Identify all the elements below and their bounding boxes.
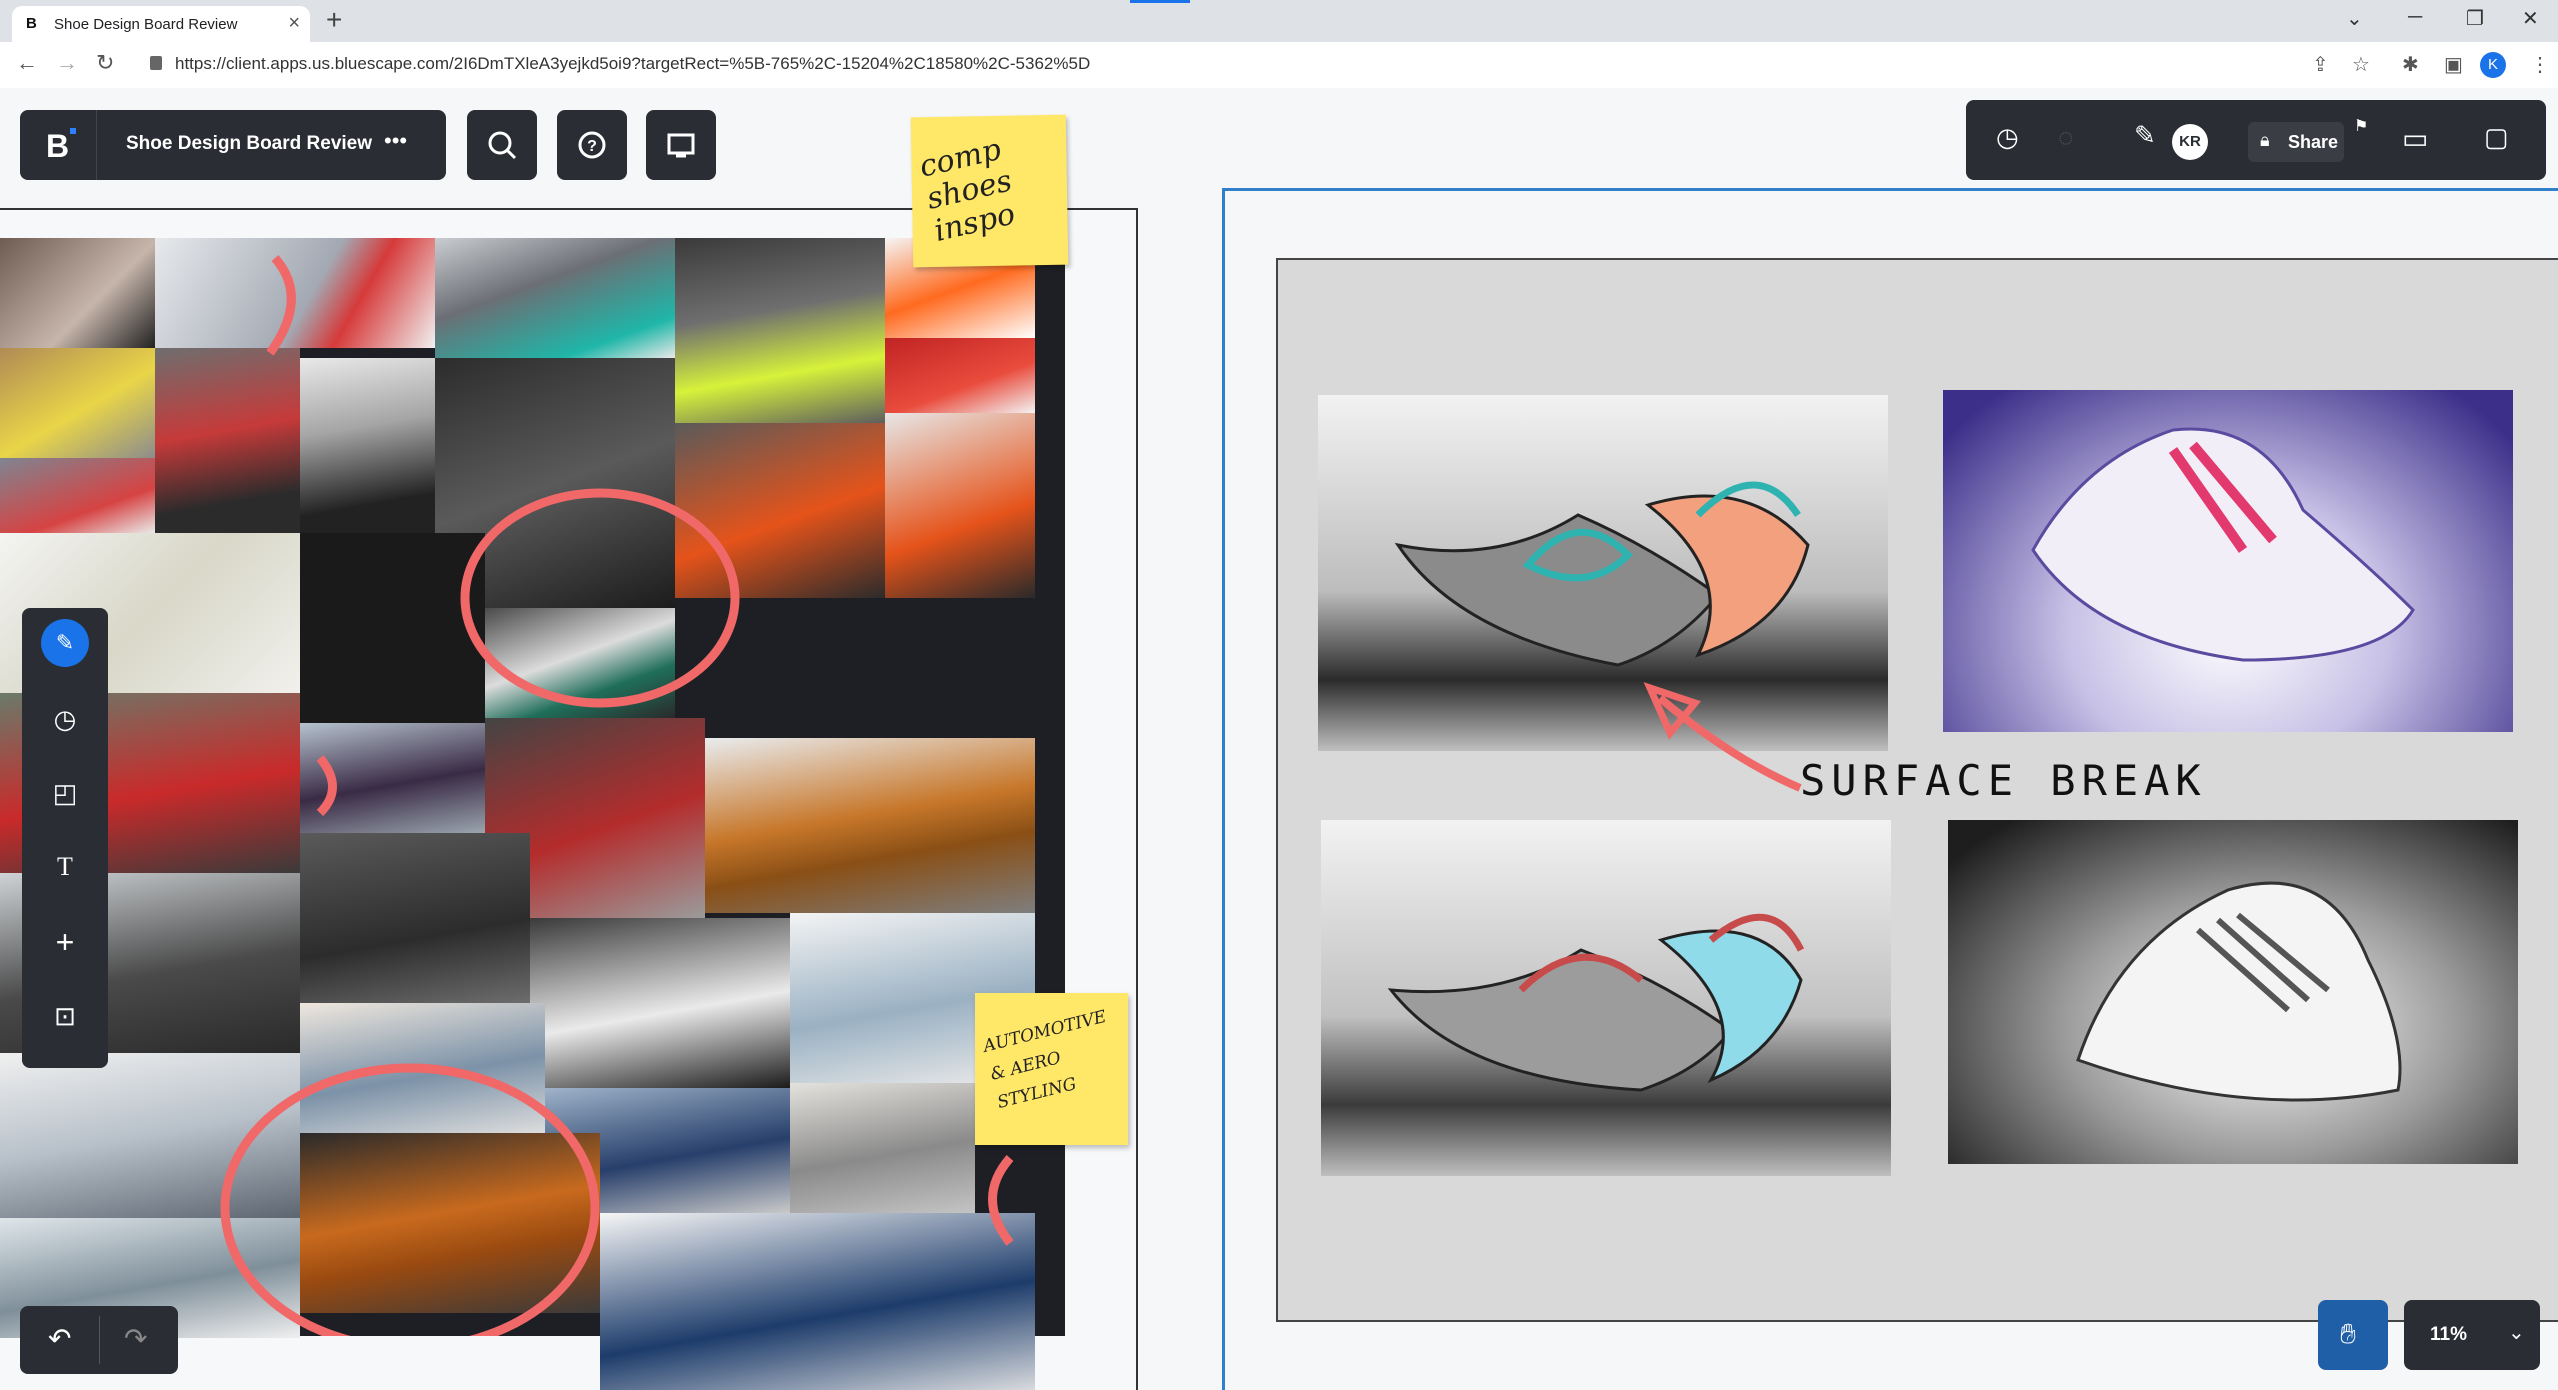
chevron-down-icon: ⌄	[2508, 1322, 2525, 1344]
search-button[interactable]	[467, 110, 537, 180]
sticky-note-text: AUTOMOTIVE & AERO STYLING	[981, 1006, 1109, 1113]
help-icon: ?	[578, 131, 606, 159]
shoe-render[interactable]	[1943, 390, 2513, 732]
help-button[interactable]: ?	[557, 110, 627, 180]
bluescape-logo[interactable]: B	[20, 110, 97, 180]
restore-icon[interactable]: ❐	[2466, 6, 2484, 31]
share-button[interactable]: 🔒︎ Share	[2248, 122, 2344, 162]
shapes-icon[interactable]: ◷	[41, 695, 89, 743]
user-avatar[interactable]: KR	[2172, 124, 2208, 160]
logo-dot	[70, 128, 76, 134]
browser-tab-bar: B Shoe Design Board Review × + ⌄ ─ ❐ ✕	[0, 0, 2558, 42]
shoe-render[interactable]	[1948, 820, 2518, 1164]
workspace-title-bar: B Shoe Design Board Review •••	[20, 110, 446, 180]
zoom-control[interactable]: 11% ⌄	[2404, 1300, 2540, 1370]
collaboration-toolbar: ◷ ◌ ✎ KR 🔒︎ Share ⚑ ▭ ▢	[1966, 100, 2546, 180]
sticky-note-inspo[interactable]: comp shoes inspo	[910, 114, 1069, 268]
divider	[99, 1316, 100, 1364]
url-field[interactable]: https://client.apps.us.bluescape.com/2I6…	[175, 54, 1090, 74]
redo-icon[interactable]: ↷	[124, 1322, 147, 1355]
presence-icon[interactable]: ✎	[2134, 120, 2156, 151]
tool-sidebar: ✎ ◷ ◰ T + ⊡	[22, 608, 108, 1068]
bluescape-favicon-icon: B	[26, 15, 37, 32]
browser-menu-icon[interactable]: ⋮	[2530, 52, 2550, 77]
chat-icon[interactable]: ▢	[2484, 122, 2509, 153]
shoe-render-drawing	[2031, 427, 2415, 662]
lock-icon	[150, 56, 162, 70]
ink-annotations[interactable]	[0, 238, 1065, 1336]
share-page-icon[interactable]: ⇪	[2312, 52, 2329, 77]
moodboard-collage[interactable]	[0, 238, 1065, 1390]
sticky-note-automotive[interactable]: AUTOMOTIVE & AERO STYLING	[975, 993, 1128, 1145]
pan-tool-button[interactable]: ✋︎	[2318, 1300, 2388, 1370]
new-tab-icon[interactable]: +	[326, 4, 342, 36]
surface-break-annotation[interactable]: SURFACE BREAK	[1800, 756, 2207, 805]
shapes-icon[interactable]: ◷	[1996, 122, 2019, 153]
video-icon[interactable]: ▭	[2402, 122, 2428, 155]
flag-icon[interactable]: ⚑	[2354, 116, 2368, 136]
shoe-render-drawing	[2076, 881, 2402, 1102]
tab-search-icon[interactable]: ⌄	[2346, 6, 2363, 31]
sticky-note-icon[interactable]: ◰	[41, 769, 89, 817]
search-icon	[488, 131, 517, 160]
browser-profile-avatar[interactable]: K	[2480, 52, 2506, 78]
pen-icon[interactable]: ✎	[41, 619, 89, 667]
undo-redo-bar: ↶ ↷	[20, 1306, 178, 1374]
text-icon[interactable]: T	[41, 843, 89, 891]
browser-tab[interactable]: B Shoe Design Board Review ×	[12, 6, 310, 42]
side-panel-icon[interactable]: ▣	[2444, 52, 2463, 77]
extensions-icon[interactable]: ✱	[2402, 52, 2419, 77]
hand-icon: ✋︎	[2340, 1318, 2356, 1349]
tab-strip-indicator	[1130, 0, 1190, 3]
more-options-icon[interactable]: •••	[384, 128, 407, 154]
screen-share-icon	[667, 133, 695, 158]
lock-icon: 🔒︎	[2260, 130, 2270, 150]
status-icon: ◌	[2058, 122, 2074, 152]
browser-address-bar: ← → ↻ https://client.apps.us.bluescape.c…	[0, 42, 2558, 89]
sticky-note-text: comp shoes inspo	[916, 132, 1019, 249]
forward-icon[interactable]: →	[56, 50, 78, 76]
close-window-icon[interactable]: ✕	[2522, 6, 2539, 31]
close-tab-icon[interactable]: ×	[288, 12, 300, 35]
zoom-level: 11%	[2430, 1324, 2467, 1345]
plus-icon[interactable]: +	[41, 918, 89, 966]
workspace-canvas[interactable]: SURFACE BREAK comp shoes inspo AUTOMOTIV…	[0, 88, 2558, 1390]
cast-button[interactable]	[646, 110, 716, 180]
undo-icon[interactable]: ↶	[48, 1322, 71, 1355]
share-label: Share	[2288, 132, 2339, 152]
tab-title: Shoe Design Board Review	[54, 16, 238, 33]
bookmark-star-icon[interactable]: ☆	[2352, 52, 2370, 77]
svg-text:?: ?	[587, 138, 597, 155]
workspace-title[interactable]: Shoe Design Board Review	[126, 133, 372, 155]
reload-icon[interactable]: ↻	[96, 50, 114, 76]
shoe-sketch-drawing	[1387, 913, 1805, 1092]
back-icon[interactable]: ←	[16, 50, 38, 76]
shoe-sketch[interactable]	[1321, 820, 1891, 1176]
minimize-icon[interactable]: ─	[2408, 6, 2422, 29]
frame-icon[interactable]: ⊡	[41, 992, 89, 1040]
